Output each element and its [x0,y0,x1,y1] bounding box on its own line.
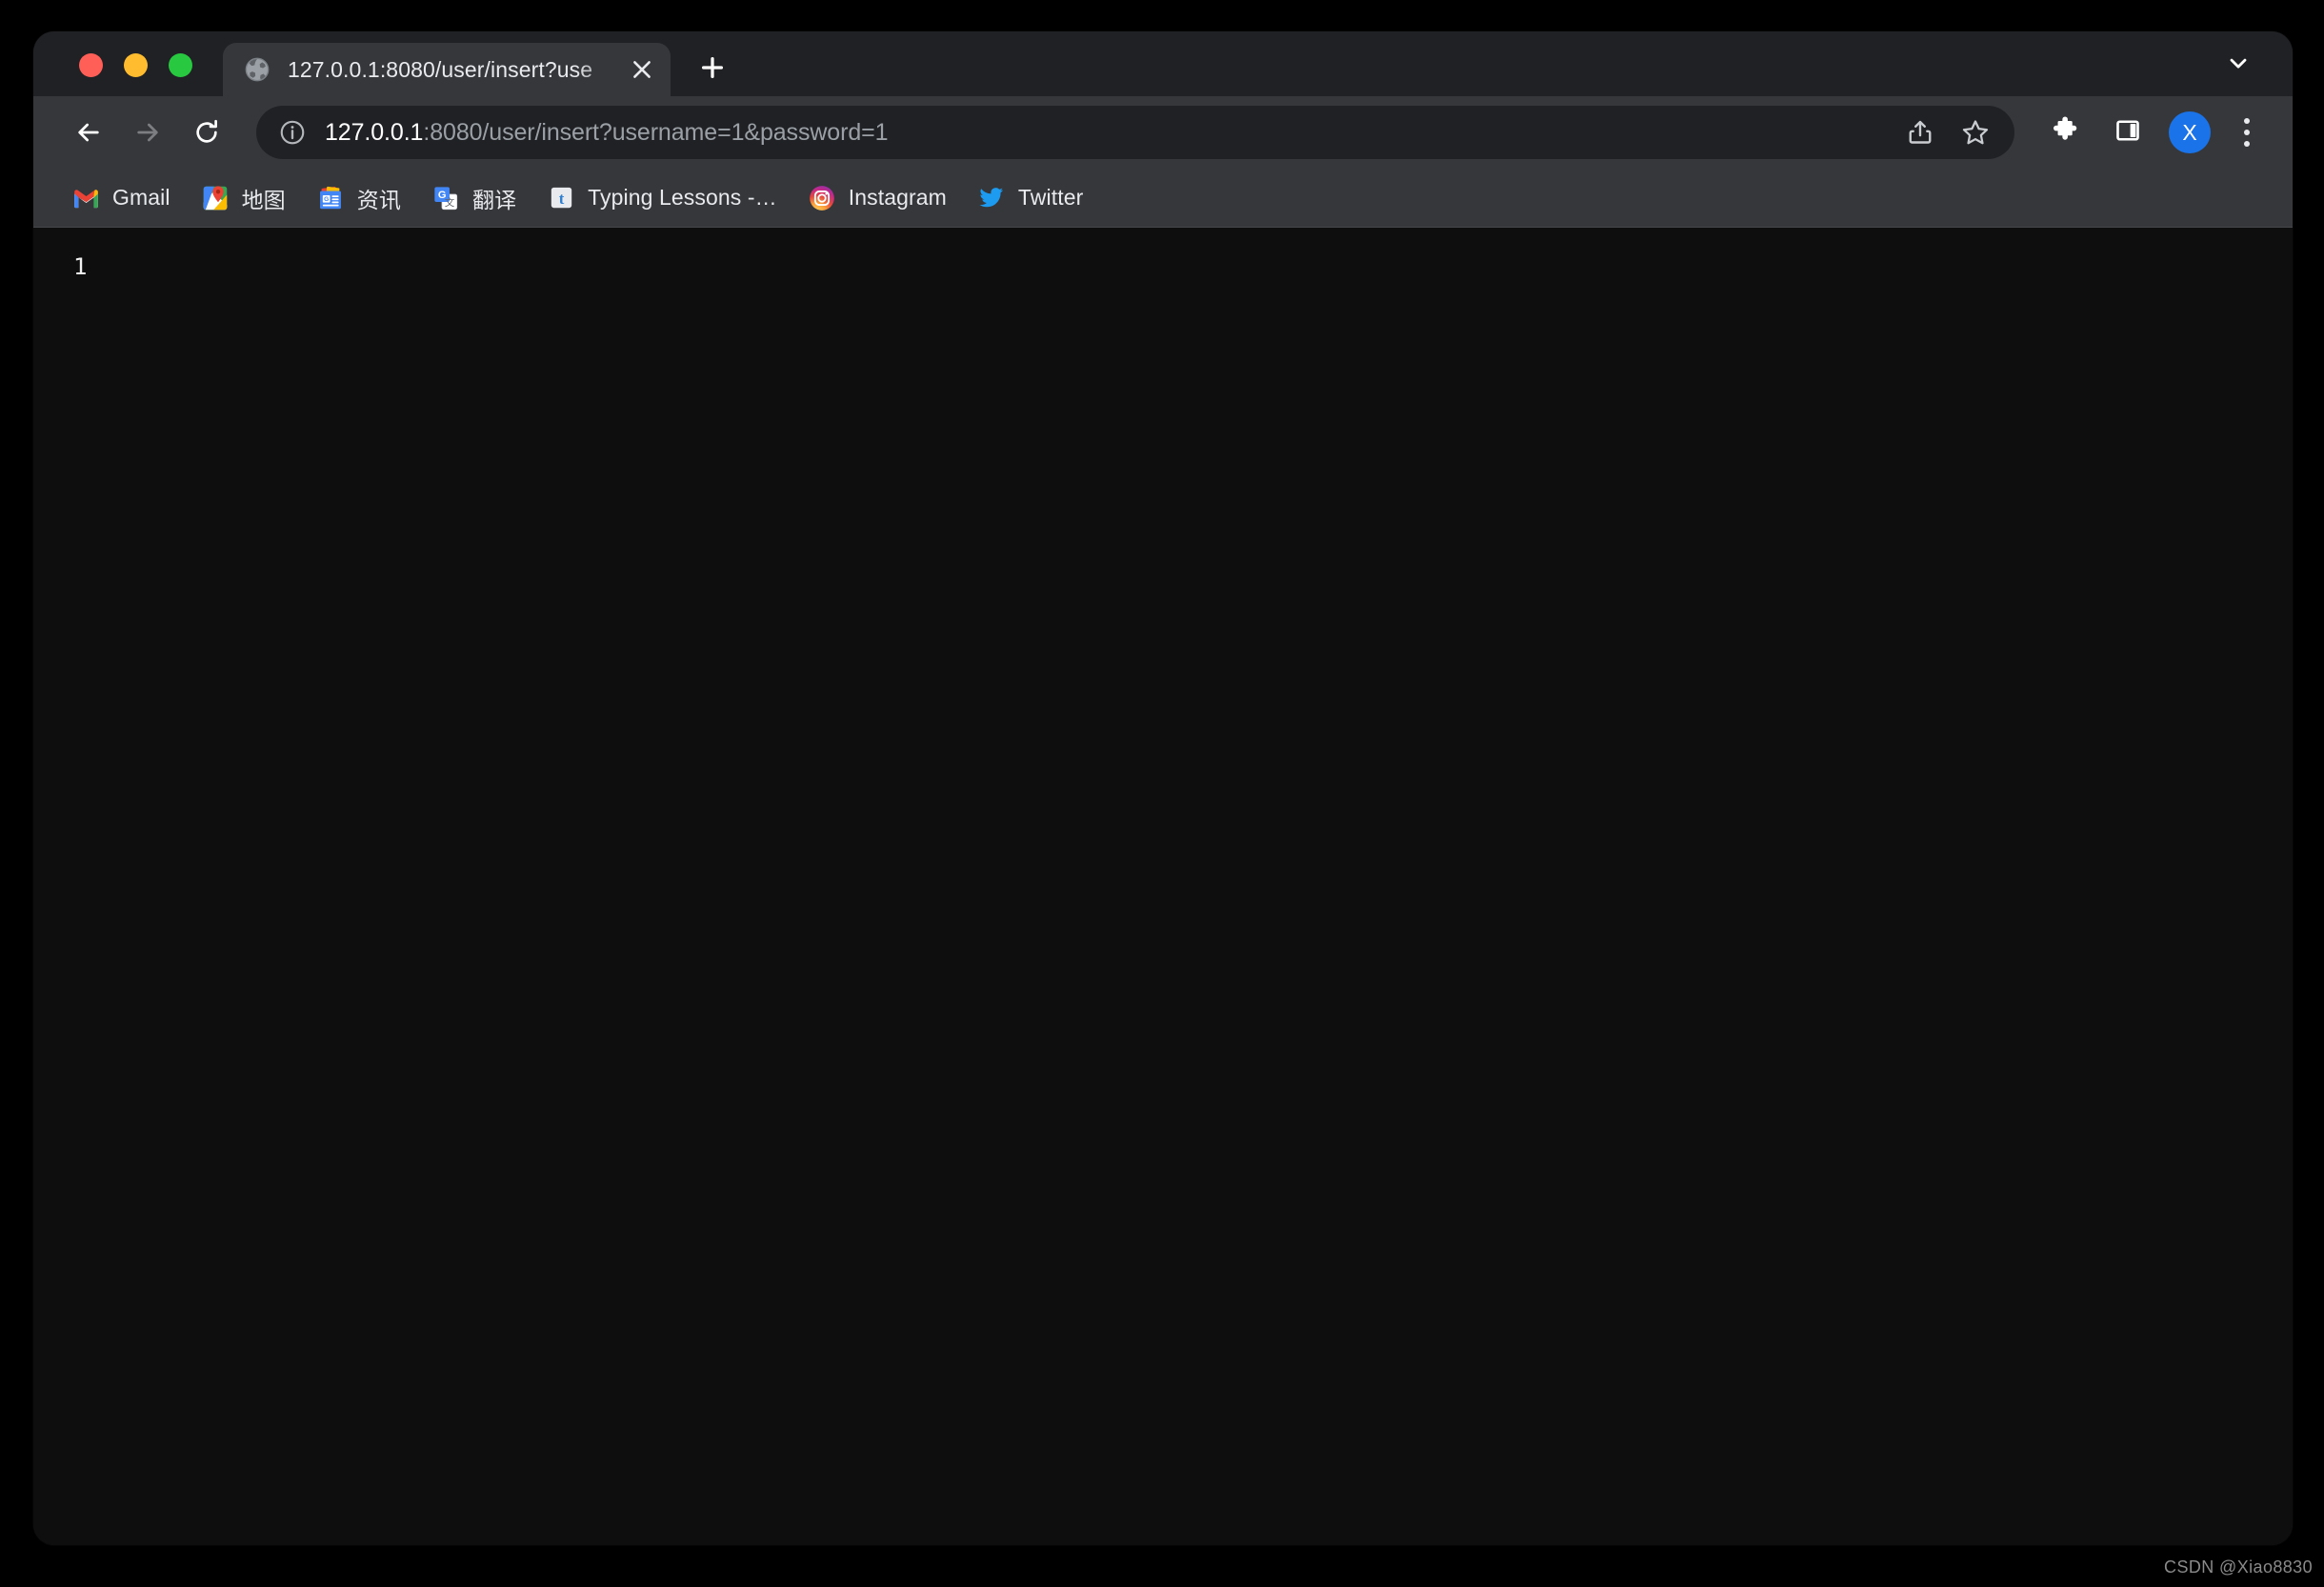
bookmark-gmail[interactable]: Gmail [60,176,182,220]
share-icon[interactable] [1894,107,1946,158]
tab-title: 127.0.0.1:8080/user/insert?use [288,56,593,82]
svg-text:文: 文 [445,196,455,209]
page-body-text: 1 [73,253,88,280]
close-tab-button[interactable] [629,56,655,83]
browser-toolbar: 127.0.0.1:8080/user/insert?username=1&pa… [33,96,2293,169]
reload-button[interactable] [180,106,233,159]
menu-dot [2244,118,2250,124]
bookmark-label: Typing Lessons -… [588,185,777,210]
puzzle-icon [2050,115,2080,151]
close-window-button[interactable] [79,53,103,77]
window-controls [33,53,192,96]
new-tab-button[interactable] [688,43,737,92]
google-news-icon: G [316,184,345,212]
bookmark-maps[interactable]: 地图 [190,176,297,220]
bookmark-twitter[interactable]: Twitter [966,176,1094,220]
bookmarks-bar: Gmail 地图 G 资讯 G 文 翻译 t Typing Lessons -…… [33,169,2293,228]
maximize-window-button[interactable] [169,53,192,77]
bookmark-instagram[interactable]: Instagram [796,176,958,220]
google-maps-icon [201,184,230,212]
bookmark-news[interactable]: G 资讯 [305,176,412,220]
minimize-window-button[interactable] [124,53,148,77]
extensions-button[interactable] [2039,107,2091,158]
menu-dot [2244,130,2250,135]
bookmark-label: 翻译 [471,187,517,212]
page-content: 1 [33,228,2293,1545]
star-icon[interactable] [1950,107,2001,158]
back-button[interactable] [62,106,115,159]
watermark: CSDN @Xiao8830 [2164,1557,2313,1577]
twitter-icon [977,184,1006,212]
bookmark-typing-lessons[interactable]: t Typing Lessons -… [535,176,789,220]
address-bar[interactable]: 127.0.0.1:8080/user/insert?username=1&pa… [256,106,2014,159]
bookmark-label: Gmail [112,185,170,210]
bookmark-label: Instagram [848,185,947,210]
browser-window: 127.0.0.1:8080/user/insert?use 127.0.0.1… [33,31,2293,1545]
three-dots-icon[interactable] [2226,107,2268,158]
svg-text:t: t [558,190,564,208]
bookmark-label: Twitter [1017,185,1084,210]
menu-dot [2244,141,2250,147]
url-host: 127.0.0.1 [325,118,424,146]
avatar[interactable]: X [2169,111,2211,153]
side-panel-icon [2114,116,2142,150]
browser-tab[interactable]: 127.0.0.1:8080/user/insert?use [223,43,671,96]
bookmark-label: 资讯 [356,187,401,212]
url-path: :8080/user/insert?username=1&password=1 [423,118,889,146]
bookmark-label: 地图 [241,187,286,212]
typing-lessons-icon: t [547,184,575,212]
url-text: 127.0.0.1:8080/user/insert?username=1&pa… [325,119,1891,147]
globe-icon [244,56,270,83]
forward-button[interactable] [121,106,174,159]
gmail-icon [71,184,100,212]
svg-text:G: G [324,196,329,203]
avatar-initial: X [2182,119,2197,145]
side-panel-button[interactable] [2102,107,2154,158]
omnibox-actions [1891,107,2001,158]
instagram-icon [808,184,836,212]
google-translate-icon: G 文 [431,184,460,212]
tab-strip: 127.0.0.1:8080/user/insert?use [33,31,2293,96]
bookmark-translate[interactable]: G 文 翻译 [420,176,528,220]
tabs-area: 127.0.0.1:8080/user/insert?use [223,31,737,96]
info-circle-icon[interactable] [277,117,308,148]
chevron-down-icon[interactable] [2218,43,2258,83]
